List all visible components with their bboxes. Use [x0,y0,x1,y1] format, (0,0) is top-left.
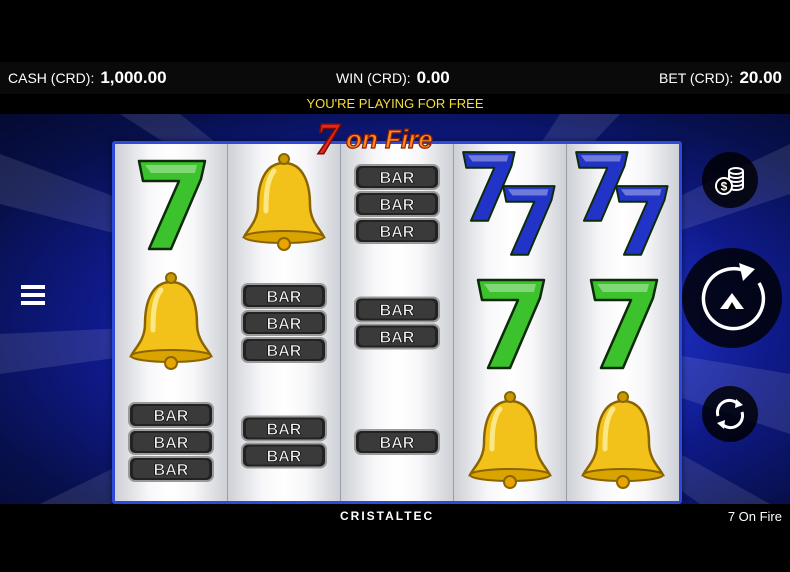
reel-1: BAR BAR BAR [115,144,228,501]
svg-text:BAR: BAR [380,302,415,319]
svg-text:BAR: BAR [154,435,189,452]
spin-arrow-icon [701,263,766,331]
bar-triple-symbol-icon: BAR BAR BAR [354,163,440,244]
coin-stack-button[interactable]: $ [702,152,758,208]
svg-text:BAR: BAR [267,316,302,333]
seven-green-symbol-icon [589,278,659,369]
reel-3: BAR BAR BAR BAR BAR BAR [341,144,454,501]
seven-green-symbol-icon [137,159,207,250]
seven-green-symbol-icon [476,278,546,369]
seven-blue-double-symbol-icon [462,150,556,256]
autoplay-button[interactable] [702,386,758,442]
game-logo: 7 on Fire [315,114,433,162]
bet-label: BET (CRD): [659,70,734,86]
cash-value: 1,000.00 [100,68,167,87]
svg-text:BAR: BAR [380,197,415,214]
bet-display: BET (CRD): 20.00 [659,68,782,88]
coin-stack-icon: $ [715,167,744,195]
svg-text:BAR: BAR [380,329,415,346]
brand-name: CRISTALTEC [340,509,435,523]
reel-2: BAR BAR BAR BAR BAR [228,144,341,501]
win-label: WIN (CRD): [336,70,411,86]
svg-text:BAR: BAR [267,343,302,360]
reel-cell [115,144,227,263]
reel-cell: BAR [341,382,453,501]
reel-cell: BAR BAR BAR [115,382,227,501]
reel-cell: BAR BAR [228,382,340,501]
spin-button[interactable] [682,248,782,348]
reel-cell [567,382,679,501]
bell-symbol-icon [467,390,553,489]
bet-value: 20.00 [739,68,782,87]
status-bar: CASH (CRD): 1,000.00 WIN (CRD): 0.00 BET… [0,62,790,94]
bell-symbol-icon [580,390,666,489]
reel-cell [567,144,679,263]
bar-double-symbol-icon: BAR BAR [241,415,327,468]
bar-triple-symbol-icon: BAR BAR BAR [241,282,327,363]
bar-double-symbol-icon: BAR BAR [354,296,440,349]
svg-text:BAR: BAR [267,289,302,306]
bell-symbol-icon [241,152,327,251]
autoplay-cycle-icon [715,398,745,430]
win-display: WIN (CRD): 0.00 [336,68,450,88]
free-play-notice: YOU'RE PLAYING FOR FREE [0,94,790,114]
cash-display: CASH (CRD): 1,000.00 [8,68,167,88]
reel-5 [567,144,679,501]
game-name: 7 On Fire [727,509,782,524]
svg-text:BAR: BAR [267,448,302,465]
svg-text:BAR: BAR [380,170,415,187]
bell-symbol-icon [128,271,214,370]
logo-seven: 7 [316,114,341,162]
svg-text:BAR: BAR [267,421,302,438]
bar-single-symbol-icon: BAR [354,428,440,455]
svg-text:BAR: BAR [380,224,415,241]
reel-cell [454,263,566,382]
hamburger-menu-icon[interactable] [18,280,48,310]
seven-blue-double-symbol-icon [575,150,669,256]
reel-cell [115,263,227,382]
reel-cell: BAR BAR [341,263,453,382]
win-value: 0.00 [416,68,450,87]
svg-text:BAR: BAR [380,435,415,452]
reel-4 [454,144,567,501]
svg-text:BAR: BAR [154,408,189,425]
bar-triple-symbol-icon: BAR BAR BAR [128,401,214,482]
svg-text:BAR: BAR [154,462,189,479]
cash-label: CASH (CRD): [8,70,95,86]
logo-text: on Fire [346,124,433,154]
svg-text:$: $ [721,180,728,194]
reel-cell [454,382,566,501]
reel-cell [567,263,679,382]
reel-cell: BAR BAR BAR [228,263,340,382]
reel-grid: BAR BAR BAR BAR BAR BAR BAR BAR BAR BAR … [112,141,682,504]
